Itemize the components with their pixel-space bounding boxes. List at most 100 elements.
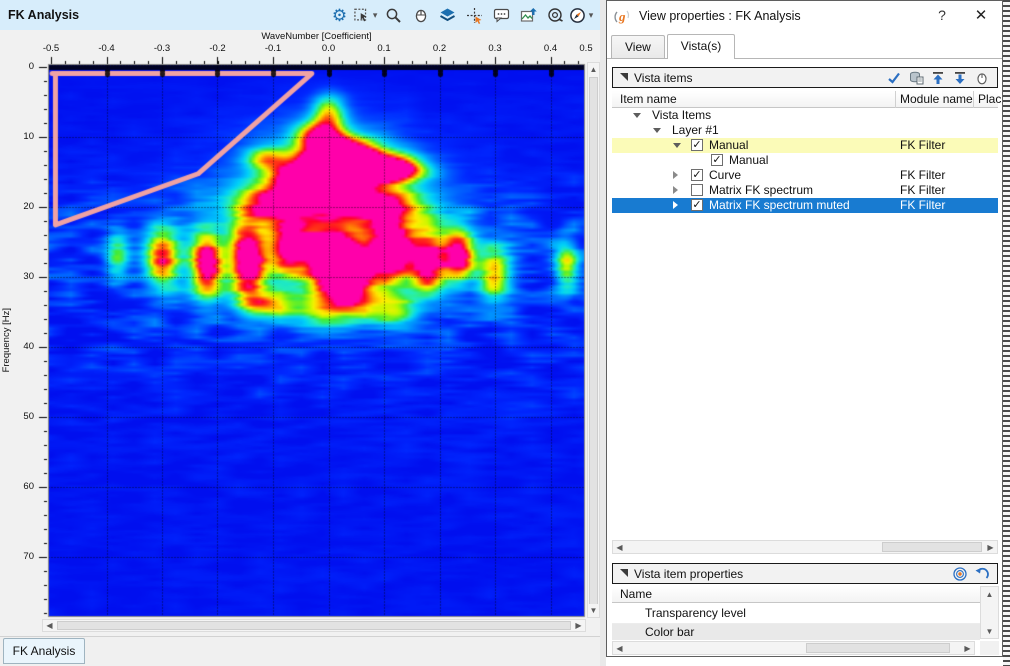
dialog-title: View properties : FK Analysis (639, 9, 801, 23)
scroll-right-arrow-icon[interactable]: ▶ (572, 620, 585, 631)
tab-fk-analysis[interactable]: FK Analysis (3, 638, 85, 664)
tree-item-label: Layer #1 (672, 123, 719, 138)
undo-icon[interactable] (971, 566, 993, 582)
tree-item-label: Manual (729, 153, 768, 168)
document-tab-strip: FK Analysis (0, 636, 600, 666)
property-row-transparency[interactable]: Transparency level (612, 603, 980, 624)
layers-icon[interactable] (434, 2, 461, 28)
export-image-icon[interactable] (515, 2, 542, 28)
checkbox-checked[interactable]: ✓ (711, 154, 723, 166)
collapse-section-icon[interactable] (620, 73, 628, 81)
scroll-down-arrow-icon[interactable]: ▼ (588, 604, 599, 617)
properties-horizontal-scrollbar[interactable]: ◀ ▶ (612, 641, 975, 655)
tree-row-matrix-fk-spectrum-muted[interactable]: ✓Matrix FK spectrum mutedFK Filter (612, 198, 998, 213)
column-header-0[interactable]: Item name (620, 92, 677, 106)
x-tick-label: 0.3 (483, 43, 507, 54)
compass-icon[interactable]: ▾ (569, 2, 596, 28)
copy-db-icon[interactable] (905, 70, 927, 86)
properties-hscroll-thumb[interactable] (806, 643, 950, 653)
x-tick-label: -0.2 (206, 43, 230, 54)
scroll-left-arrow-icon[interactable]: ◀ (613, 642, 626, 654)
plot-vertical-scrollbar[interactable]: ▲ ▼ (587, 62, 600, 618)
crosshair-move-icon[interactable] (461, 2, 488, 28)
move-up-icon[interactable] (927, 70, 949, 86)
expander-closed-icon[interactable] (673, 186, 678, 194)
checkbox-unchecked[interactable] (691, 184, 703, 196)
svg-text:g: g (618, 9, 626, 24)
tree-row-layer-#1[interactable]: Layer #1 (612, 123, 998, 138)
x-tick-label: -0.4 (95, 43, 119, 54)
dialog-close-button[interactable]: ✕ (972, 6, 990, 24)
x-tick-label: 0.5 (574, 43, 598, 54)
scroll-right-arrow-icon[interactable]: ▶ (984, 541, 997, 553)
column-header-1[interactable]: Module name (900, 92, 973, 106)
scroll-left-arrow-icon[interactable]: ◀ (43, 620, 56, 631)
plot-hscroll-thumb[interactable] (57, 621, 571, 630)
vista-items-section-title: Vista items (634, 71, 692, 85)
tab-view[interactable]: View (611, 35, 665, 58)
y-tick-label: 40 (2, 341, 34, 352)
plot-window-title: FK Analysis (8, 8, 79, 22)
y-tick-label: 30 (2, 271, 34, 282)
properties-column-header[interactable]: Name (612, 586, 980, 603)
scroll-up-arrow-icon[interactable]: ▲ (981, 587, 998, 601)
expander-closed-icon[interactable] (673, 201, 678, 209)
move-down-icon[interactable] (949, 70, 971, 86)
y-tick-label: 10 (2, 131, 34, 142)
y-tick-label: 70 (2, 551, 34, 562)
tab-vistas[interactable]: Vista(s) (667, 34, 735, 59)
column-header-2[interactable]: Plac (978, 92, 1001, 106)
expander-open-icon[interactable] (653, 128, 661, 133)
view-properties-dialog: g View properties : FK Analysis ? ✕ View… (606, 0, 1003, 657)
measure-icon[interactable] (542, 2, 569, 28)
zoom-icon[interactable] (380, 2, 407, 28)
select-region-icon[interactable]: ▾ (353, 2, 380, 28)
mouse-icon[interactable] (971, 70, 993, 86)
item-properties-section-header[interactable]: Vista item properties (612, 563, 998, 584)
app-logo-icon: g (614, 8, 631, 25)
dialog-help-button[interactable]: ? (934, 7, 950, 23)
properties-name-column: Name (620, 587, 652, 601)
expander-closed-icon[interactable] (673, 171, 678, 179)
property-row-colorbar[interactable]: Color bar (612, 624, 980, 640)
fk-spectrum-heatmap[interactable] (0, 30, 600, 636)
tree-row-curve[interactable]: ✓CurveFK Filter (612, 168, 998, 183)
tree-horizontal-scrollbar[interactable]: ◀ ▶ (612, 540, 998, 554)
plot-horizontal-scrollbar[interactable]: ◀ ▶ (42, 619, 586, 632)
scroll-down-arrow-icon[interactable]: ▼ (981, 624, 998, 638)
x-tick-label: 0.1 (372, 43, 396, 54)
x-tick-label: -0.3 (150, 43, 174, 54)
fk-plot-region: WaveNumber [Coefficient] Frequency [Hz] … (0, 30, 600, 636)
properties-vertical-scrollbar[interactable]: ▲ ▼ (980, 586, 999, 639)
checkbox-checked[interactable]: ✓ (691, 169, 703, 181)
collapse-section-icon[interactable] (620, 569, 628, 577)
checkbox-checked[interactable]: ✓ (691, 139, 703, 151)
y-tick-label: 20 (2, 201, 34, 212)
tree-row-manual[interactable]: ✓ManualFK Filter (612, 138, 998, 153)
scroll-up-arrow-icon[interactable]: ▲ (588, 63, 599, 76)
target-icon[interactable] (949, 566, 971, 582)
check-icon[interactable] (883, 70, 905, 86)
item-properties-toolbar (949, 566, 993, 582)
tree-item-label: Matrix FK spectrum (709, 183, 813, 198)
window-resize-edge[interactable] (1003, 0, 1010, 666)
plot-vscroll-thumb[interactable] (589, 77, 598, 605)
tree-row-matrix-fk-spectrum[interactable]: Matrix FK spectrumFK Filter (612, 183, 998, 198)
tree-row-manual[interactable]: ✓ Manual (612, 153, 998, 168)
x-tick-label: -0.5 (39, 43, 63, 54)
mouse-icon[interactable] (407, 2, 434, 28)
comment-icon[interactable] (488, 2, 515, 28)
gear-icon[interactable]: ⚙ (326, 2, 353, 28)
scroll-left-arrow-icon[interactable]: ◀ (613, 541, 626, 553)
tab-fk-analysis-label: FK Analysis (13, 644, 76, 658)
expander-open-icon[interactable] (673, 143, 681, 148)
expander-open-icon[interactable] (633, 113, 641, 118)
plot-window-titlebar: FK Analysis ⚙▾▾ (0, 0, 600, 30)
vista-items-section-header[interactable]: Vista items (612, 67, 998, 88)
tree-row-vista-items[interactable]: Vista Items (612, 108, 998, 123)
checkbox-checked[interactable]: ✓ (691, 199, 703, 211)
tree-column-headers[interactable]: Item name Module name Plac (612, 91, 998, 108)
tree-hscroll-thumb[interactable] (882, 542, 982, 552)
y-tick-label: 50 (2, 411, 34, 422)
scroll-right-arrow-icon[interactable]: ▶ (961, 642, 974, 654)
